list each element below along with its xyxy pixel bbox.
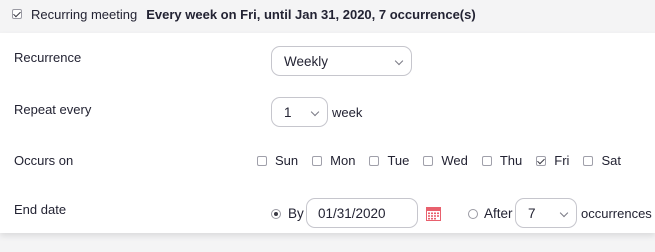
- day-label: Thu: [499, 153, 523, 168]
- recurring-meeting-label: Recurring meeting: [31, 6, 138, 22]
- repeat-unit-label: week: [332, 105, 363, 120]
- end-date-input[interactable]: 01/31/2020: [306, 198, 418, 228]
- recurrence-panel: Recurrence Weekly Repeat every 1 week Oc…: [0, 33, 655, 233]
- day-option-fri[interactable]: Fri: [536, 153, 569, 168]
- end-by-label: By: [288, 206, 304, 221]
- weekday-checkbox-group: Sun Mon Tue Wed Thu Fri Sat: [257, 153, 621, 168]
- day-option-thu[interactable]: Thu: [481, 153, 523, 168]
- day-label: Tue: [387, 153, 410, 168]
- day-checkbox[interactable]: [583, 155, 594, 166]
- occurrences-value: 7: [528, 205, 536, 221]
- day-label: Sat: [601, 153, 621, 168]
- day-option-mon[interactable]: Mon: [312, 153, 355, 168]
- occurrences-select[interactable]: 7: [515, 198, 577, 228]
- day-option-sat[interactable]: Sat: [583, 153, 621, 168]
- end-after-radio[interactable]: [468, 209, 478, 219]
- end-date-value: 01/31/2020: [318, 205, 386, 221]
- day-checkbox[interactable]: [312, 155, 323, 166]
- recurrence-label: Recurrence: [14, 50, 82, 65]
- chevron-down-icon: [559, 208, 569, 218]
- end-date-label: End date: [14, 202, 67, 217]
- day-checkbox[interactable]: [481, 155, 492, 166]
- repeat-every-label: Repeat every: [14, 102, 92, 117]
- recurrence-select[interactable]: Weekly: [271, 46, 412, 76]
- day-label: Fri: [554, 153, 570, 168]
- day-label: Mon: [330, 153, 356, 168]
- end-by-radio[interactable]: [271, 209, 281, 219]
- repeat-interval-select[interactable]: 1: [271, 97, 328, 127]
- day-checkbox[interactable]: [369, 155, 380, 166]
- day-checkbox[interactable]: [536, 155, 547, 166]
- occurs-on-label: Occurs on: [14, 153, 74, 168]
- recurrence-select-value: Weekly: [284, 53, 329, 69]
- calendar-icon[interactable]: [426, 207, 441, 221]
- repeat-interval-value: 1: [284, 104, 292, 120]
- chevron-down-icon: [310, 107, 320, 117]
- chevron-down-icon: [394, 56, 404, 66]
- day-option-tue[interactable]: Tue: [369, 153, 409, 168]
- day-checkbox[interactable]: [423, 155, 434, 166]
- day-checkbox[interactable]: [257, 155, 267, 166]
- day-label: Sun: [275, 153, 299, 168]
- recurring-meeting-row: Recurring meeting Every week on Fri, unt…: [12, 5, 476, 23]
- end-after-label: After: [484, 206, 513, 221]
- day-option-wed[interactable]: Wed: [423, 153, 468, 168]
- occurrences-unit-label: occurrences: [581, 206, 652, 221]
- day-option-sun[interactable]: Sun: [257, 153, 298, 168]
- day-label: Wed: [441, 153, 468, 168]
- recurrence-summary: Every week on Fri, until Jan 31, 2020, 7…: [146, 6, 476, 22]
- recurring-meeting-checkbox[interactable]: [12, 9, 22, 19]
